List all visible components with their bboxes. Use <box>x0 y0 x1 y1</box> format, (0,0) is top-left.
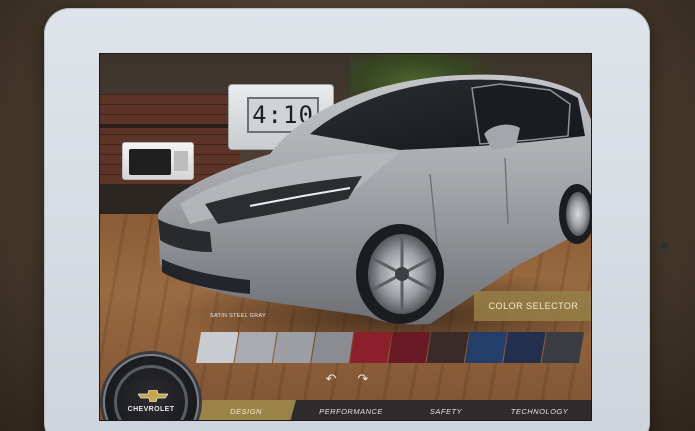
color-selector-button[interactable]: COLOR SELECTOR <box>474 291 591 321</box>
color-swatch[interactable] <box>426 332 469 363</box>
color-swatch[interactable] <box>388 332 431 363</box>
section-nav-bar: DESIGN PERFORMANCE SAFETY TECHNOLOGY <box>196 400 591 420</box>
rotate-right-icon[interactable]: ↷ <box>356 372 370 386</box>
rotate-left-icon[interactable]: ↶ <box>324 372 338 386</box>
selected-color-name: SATIN STEEL GRAY <box>210 313 267 319</box>
color-swatch[interactable] <box>541 332 584 363</box>
app-screen: 4:10 COLOR SELECTOR SATIN STEEL GRAY ↶ ↷… <box>99 53 592 421</box>
color-swatch[interactable] <box>349 332 392 363</box>
color-swatch[interactable] <box>234 332 277 363</box>
color-swatch[interactable] <box>272 332 316 363</box>
color-swatch[interactable] <box>196 332 239 363</box>
tab-design[interactable]: DESIGN <box>196 400 296 420</box>
color-swatch-strip[interactable] <box>196 332 584 363</box>
chevrolet-bowtie-icon <box>138 390 168 402</box>
color-swatch[interactable] <box>464 332 508 363</box>
color-swatch[interactable] <box>311 332 354 363</box>
brand-name: CHEVROLET <box>127 406 175 413</box>
tab-performance[interactable]: PERFORMANCE <box>296 400 406 420</box>
tab-technology[interactable]: TECHNOLOGY <box>486 400 591 420</box>
color-swatch[interactable] <box>503 332 546 363</box>
camera-icon <box>661 242 668 249</box>
tab-safety[interactable]: SAFETY <box>406 400 486 420</box>
